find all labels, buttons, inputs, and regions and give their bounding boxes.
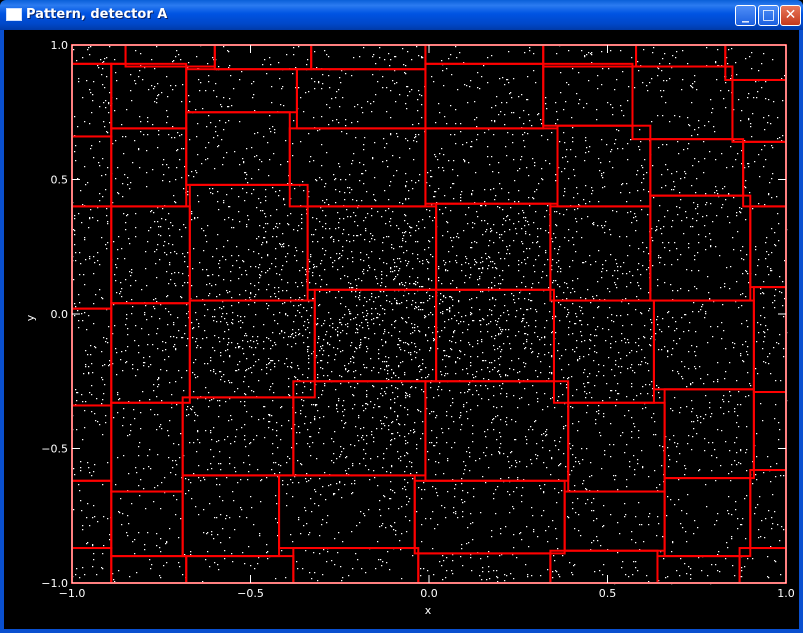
detector-box [185, 555, 295, 584]
detector-box [649, 138, 745, 197]
detector-box [295, 68, 427, 130]
x-tick-label: 0.5 [599, 587, 617, 600]
detector-box [424, 127, 559, 205]
detector-box [110, 127, 188, 208]
detector-box [110, 490, 184, 558]
x-axis-label: x [425, 604, 432, 617]
detector-box [71, 205, 113, 310]
detector-box [663, 477, 752, 558]
detector-box [110, 205, 191, 305]
y-tick-label: 0.0 [51, 308, 69, 321]
detector-box [306, 205, 438, 291]
detector-box [656, 555, 741, 584]
detector-box [417, 552, 552, 584]
y-axis-label: y [24, 314, 37, 321]
plot-area: −1.0 −0.5 0.0 0.5 1.0 −1.0 −0.5 0.0 0.5 1.0 x y [4, 30, 799, 629]
detector-box [752, 286, 787, 394]
detector-box [649, 194, 752, 302]
detector-box [71, 479, 113, 550]
detector-box [413, 479, 566, 555]
maximize-button[interactable]: □ [758, 5, 779, 26]
minimize-button[interactable]: _ [735, 5, 756, 26]
detector-box [288, 127, 427, 208]
detector-box [652, 299, 755, 391]
detector-box [549, 205, 652, 302]
window-title: Pattern, detector A [26, 7, 168, 22]
detector-box [631, 65, 734, 141]
detector-box [556, 124, 652, 208]
detector-box [542, 62, 634, 127]
window-icon[interactable] [6, 8, 22, 21]
detector-box [71, 547, 113, 585]
detector-box [110, 401, 184, 493]
detector-box [424, 44, 545, 65]
detector-box [181, 396, 295, 477]
window-border-right [799, 30, 803, 633]
y-tick-label: 1.0 [51, 39, 69, 52]
detector-box [749, 469, 787, 550]
detector-box [563, 490, 666, 552]
detector-box [181, 474, 281, 558]
detector-box [185, 111, 291, 186]
plot-window: Pattern, detector A _ □ ✕ −1.0 −0.5 0.0 0.5… [0, 0, 803, 633]
scatter-plot: −1.0 −0.5 0.0 0.5 1.0−1.0−0.50.00.51.0 x y [24, 39, 795, 617]
scatter-point [72, 45, 788, 585]
x-tick-label: 1.0 [777, 587, 795, 600]
detector-box [724, 44, 787, 81]
detector-box [71, 44, 127, 65]
y-tick-label: 0.5 [51, 174, 69, 187]
title-bar[interactable]: Pattern, detector A _ □ ✕ [0, 0, 803, 30]
detector-box [731, 78, 788, 143]
detector-box [752, 391, 787, 472]
detector-box [185, 68, 298, 114]
detector-box [424, 62, 545, 130]
detector-box [424, 380, 570, 482]
detector-box [635, 44, 727, 68]
detector-box [278, 474, 416, 550]
detector-box [71, 307, 113, 407]
y-tick-label: −1.0 [41, 577, 68, 590]
window-border-bottom [0, 629, 803, 633]
detector-box [567, 401, 666, 493]
close-button[interactable]: ✕ [780, 5, 801, 26]
detector-box [738, 547, 788, 585]
detector-box [110, 555, 188, 584]
scatter-points [72, 45, 788, 585]
x-tick-label: 0.0 [420, 587, 438, 600]
y-tick-label: −0.5 [41, 443, 68, 456]
detector-box [71, 135, 113, 208]
x-tick-label: −0.5 [237, 587, 264, 600]
detector-box [110, 62, 188, 130]
detector-box [71, 404, 113, 482]
detector-box [549, 549, 659, 584]
detector-box [313, 288, 438, 383]
